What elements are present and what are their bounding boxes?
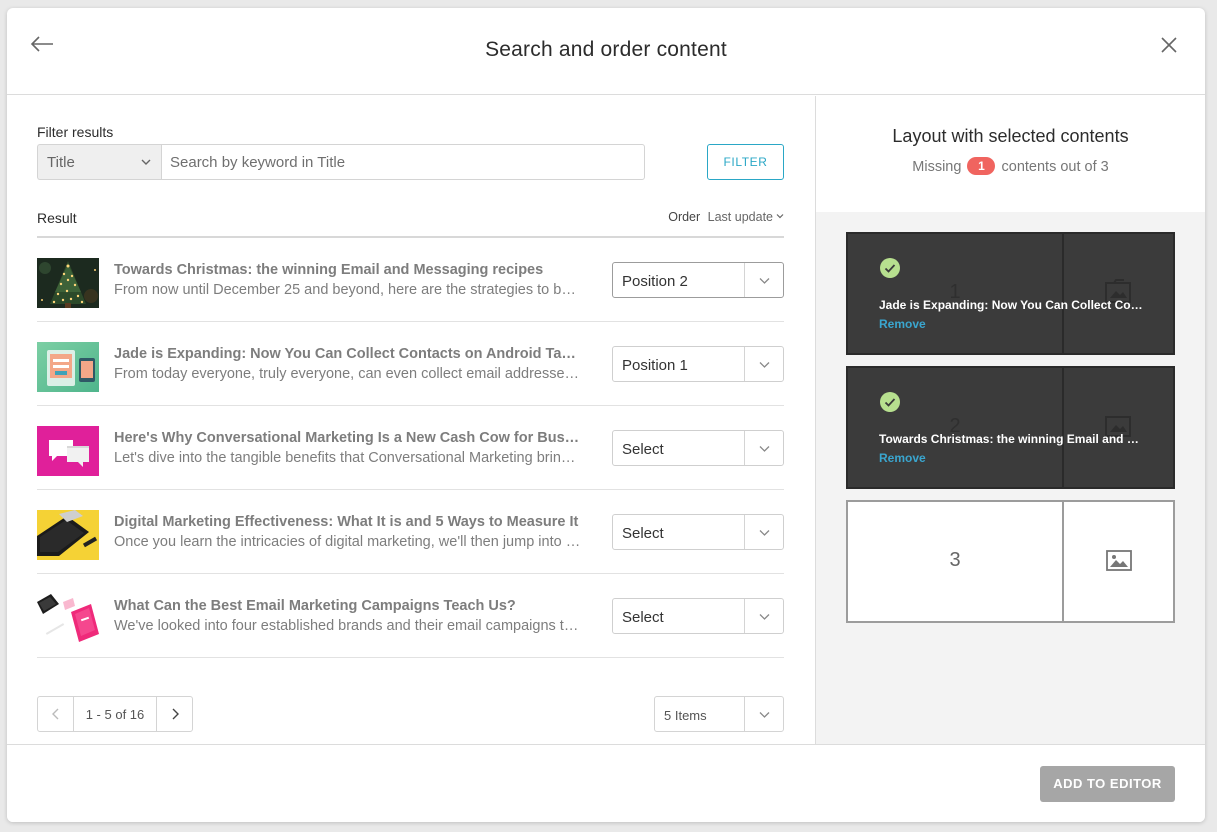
filter-button[interactable]: FILTER	[707, 144, 784, 180]
order-control: Order Last update	[627, 210, 784, 224]
slot-content-title: Towards Christmas: the winning Email and…	[879, 432, 1145, 446]
search-input[interactable]	[161, 144, 645, 180]
item-title[interactable]: Jade is Expanding: Now You Can Collect C…	[114, 346, 582, 362]
chevron-down-icon	[759, 712, 770, 718]
item-title[interactable]: What Can the Best Email Marketing Campai…	[114, 598, 582, 614]
order-select[interactable]: Last update	[708, 210, 784, 224]
modal-title: Search and order content	[485, 38, 727, 61]
list-item: Jade is Expanding: Now You Can Collect C…	[37, 322, 784, 406]
chevron-down-icon	[776, 214, 784, 219]
order-value: Last update	[707, 210, 773, 224]
layout-title: Layout with selected contents	[892, 126, 1129, 146]
position-value: Select	[622, 525, 664, 542]
item-title[interactable]: Here's Why Conversational Marketing Is a…	[114, 430, 582, 446]
remove-link[interactable]: Remove	[879, 317, 926, 331]
modal-footer: ADD TO EDITOR	[7, 744, 1205, 822]
items-per-page-value: 5 Items	[664, 708, 707, 723]
chevron-down-icon	[759, 362, 770, 368]
filter-label: Filter results	[37, 124, 114, 140]
item-title[interactable]: Digital Marketing Effectiveness: What It…	[114, 514, 582, 530]
position-value: Position 1	[622, 357, 688, 374]
layout-header: Layout with selected contents Missing 1 …	[816, 96, 1205, 212]
position-select[interactable]: Position 2	[612, 262, 784, 298]
position-select[interactable]: Position 1	[612, 346, 784, 382]
item-description: We've looked into four established brand…	[114, 618, 582, 634]
pink-notebook-thumbnail	[37, 594, 99, 644]
chevron-down-icon	[759, 614, 770, 620]
item-title[interactable]: Towards Christmas: the winning Email and…	[114, 262, 582, 278]
christmas-tree-thumbnail	[37, 258, 99, 308]
check-circle-icon	[880, 258, 900, 278]
slot-content-title: Jade is Expanding: Now You Can Collect C…	[879, 298, 1145, 312]
item-description: Let's dive into the tangible benefits th…	[114, 450, 582, 466]
position-select[interactable]: Select	[612, 430, 784, 466]
chat-bubbles-thumbnail	[37, 426, 99, 476]
missing-suffix: contents out of 3	[1001, 159, 1109, 175]
page-info: 1 - 5 of 16	[85, 707, 145, 722]
previous-page-button[interactable]	[38, 697, 74, 731]
chevron-right-icon	[172, 708, 179, 720]
list-item: Digital Marketing Effectiveness: What It…	[37, 490, 784, 574]
chevron-down-icon	[141, 159, 151, 165]
order-label: Order	[668, 210, 701, 224]
search-pane: Filter results Title FILTER Result Order…	[7, 96, 815, 744]
missing-prefix: Missing	[912, 159, 962, 175]
chevron-down-icon	[759, 530, 770, 536]
add-to-editor-button[interactable]: ADD TO EDITOR	[1040, 766, 1175, 802]
position-value: Select	[622, 609, 664, 626]
modal-header: Search and order content	[7, 8, 1205, 95]
image-icon	[1106, 550, 1132, 571]
chevron-down-icon	[759, 446, 770, 452]
layout-pane: Layout with selected contents Missing 1 …	[815, 96, 1205, 744]
list-item: Towards Christmas: the winning Email and…	[37, 238, 784, 322]
slot-number: 3	[949, 549, 961, 571]
chevron-left-icon	[52, 708, 59, 720]
content-modal: Search and order content Filter results …	[7, 8, 1205, 822]
item-description: Once you learn the intricacies of digita…	[114, 534, 582, 550]
desk-laptop-thumbnail	[37, 510, 99, 560]
filter-field-value: Title	[47, 154, 75, 171]
check-circle-icon	[880, 392, 900, 412]
layout-slot-1[interactable]: 1 Jade is Expanding: Now You Can Collect…	[846, 232, 1175, 355]
layout-slot-3[interactable]: 3	[846, 500, 1175, 623]
layout-slot-2[interactable]: 2 Towards Christmas: the winning Email a…	[846, 366, 1175, 489]
filter-field-select[interactable]: Title	[37, 144, 161, 180]
position-select[interactable]: Select	[612, 598, 784, 634]
chevron-down-icon	[759, 278, 770, 284]
next-page-button[interactable]	[156, 697, 192, 731]
position-value: Select	[622, 441, 664, 458]
missing-count-badge: 1	[967, 157, 996, 175]
item-description: From today everyone, truly everyone, can…	[114, 366, 582, 382]
position-select[interactable]: Select	[612, 514, 784, 550]
remove-link[interactable]: Remove	[879, 451, 926, 465]
item-description: From now until December 25 and beyond, h…	[114, 282, 582, 298]
result-label: Result	[37, 210, 77, 226]
items-per-page-select[interactable]: 5 Items	[654, 696, 784, 732]
missing-status: Missing 1 contents out of 3	[816, 157, 1205, 175]
position-value: Position 2	[622, 273, 688, 290]
list-item: What Can the Best Email Marketing Campai…	[37, 574, 784, 658]
list-item: Here's Why Conversational Marketing Is a…	[37, 406, 784, 490]
result-list: Towards Christmas: the winning Email and…	[37, 238, 784, 658]
close-icon	[1161, 37, 1177, 53]
close-button[interactable]	[1159, 35, 1179, 55]
pagination: 1 - 5 of 16	[37, 696, 193, 732]
tablet-app-thumbnail	[37, 342, 99, 392]
